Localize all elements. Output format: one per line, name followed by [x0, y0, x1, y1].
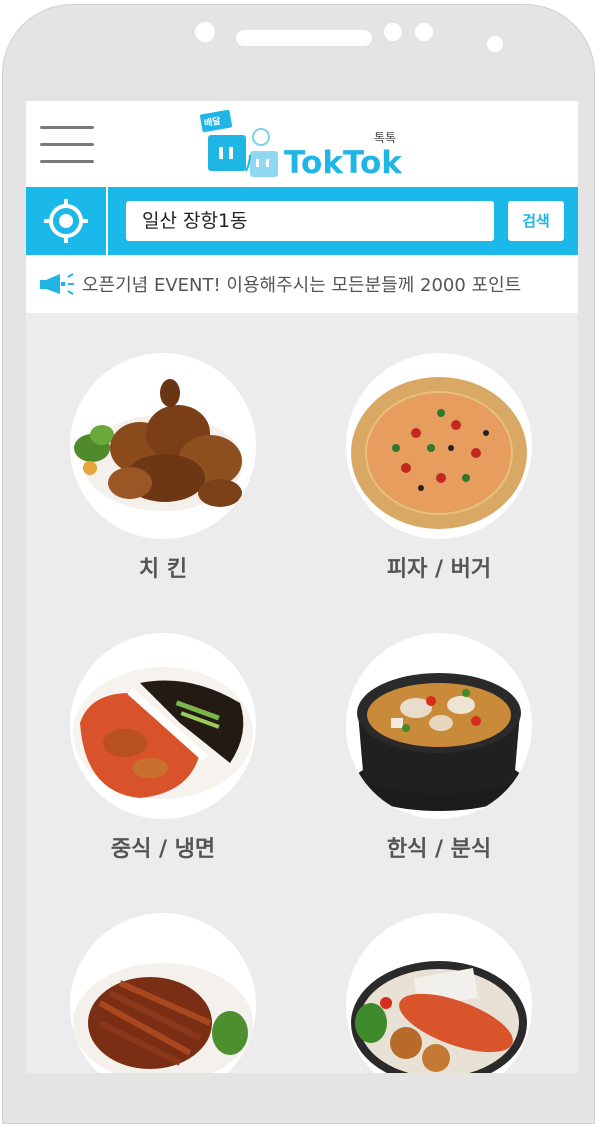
category-label: 치 킨 [138, 557, 188, 582]
category-item-6[interactable] [346, 913, 546, 1073]
locate-icon [44, 199, 88, 243]
chinese-food-image [70, 633, 256, 819]
category-item-5[interactable] [70, 913, 270, 1073]
sensor-dot-2 [415, 23, 433, 41]
front-camera [195, 22, 215, 42]
app-header: 배달 톡톡 TokTok [26, 101, 578, 187]
megaphone-icon [40, 273, 74, 295]
notice-text: 오픈기념 EVENT! 이용해주시는 모든분들께 2000 포인트 [82, 275, 522, 296]
locate-button[interactable] [26, 187, 106, 255]
category-chinese-naengmyeon[interactable]: 중식 / 냉면 [70, 633, 270, 863]
category-pizza-burger[interactable]: 피자 / 버거 [346, 353, 546, 583]
chicken-image [70, 353, 256, 539]
logo-subtitle: 톡톡 [374, 131, 397, 145]
pizza-image [346, 353, 532, 539]
category-korean-snack[interactable]: 한식 / 분식 [346, 633, 546, 863]
location-search-bar: 일산 장항1동 검색 [26, 187, 578, 255]
sensor-dot-3 [487, 36, 503, 52]
category-label: 피자 / 버거 [386, 557, 492, 582]
combo-meal-image [346, 913, 532, 1073]
category-chicken[interactable]: 치 킨 [70, 353, 270, 583]
event-notice-banner[interactable]: 오픈기념 EVENT! 이용해주시는 모든분들께 2000 포인트 [26, 255, 578, 313]
menu-icon[interactable] [40, 126, 94, 164]
earpiece-speaker [236, 30, 372, 46]
location-input[interactable]: 일산 장항1동 [126, 201, 494, 241]
searchbar-divider [106, 187, 108, 255]
app-screen: 배달 톡톡 TokTok 일산 장항1동 검색 오픈기념 EVENT! 이용해주… [26, 101, 578, 1073]
category-label: 중식 / 냉면 [110, 837, 216, 862]
sensor-dot-1 [384, 23, 402, 41]
korean-food-image [346, 633, 532, 819]
search-button[interactable]: 검색 [508, 201, 564, 241]
category-label: 한식 / 분식 [386, 837, 492, 862]
logo: 배달 톡톡 TokTok [198, 109, 408, 184]
logo-text: TokTok [284, 145, 402, 181]
jokbal-image [70, 913, 256, 1073]
